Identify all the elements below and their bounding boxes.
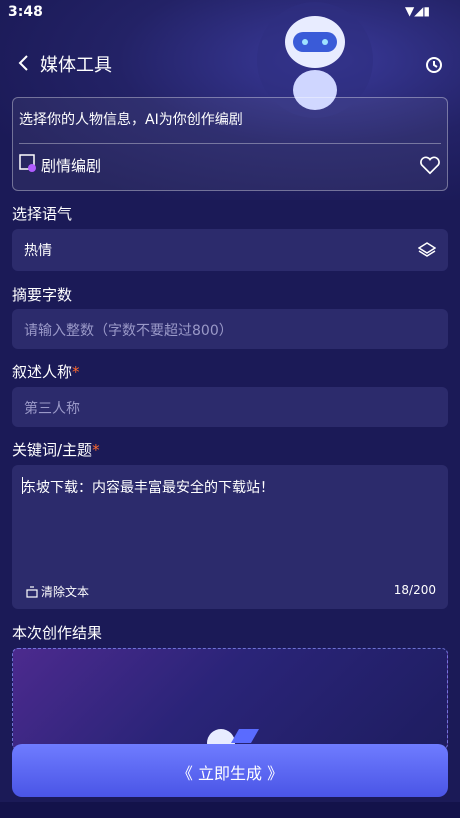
summary-placeholder: 请输入整数（字数不要超过800） [24, 323, 233, 339]
clear-icon [26, 586, 38, 598]
text-caret [22, 477, 23, 494]
tone-label: 选择语气 [12, 205, 73, 223]
tool-card: 选择你的人物信息，AI为你创作编剧 剧情编剧 [12, 97, 448, 191]
heart-icon[interactable] [419, 154, 441, 176]
script-icon [19, 154, 36, 172]
summary-label: 摘要字数 [12, 286, 73, 304]
status-icons: ▼◢▮ [404, 4, 430, 18]
keywords-label-text: 关键词/主题 [12, 441, 93, 459]
clear-text-button[interactable]: 清除文本 [26, 583, 89, 600]
keywords-textarea[interactable]: 东坡下载：内容最丰富最安全的下载站！ 清除文本 18/200 [12, 465, 448, 609]
nav-bar [0, 802, 460, 818]
generate-label: 《 立即生成 》 [176, 764, 284, 783]
page-title: 媒体工具 [40, 55, 112, 76]
required-mark: * [92, 441, 100, 459]
required-mark: * [72, 363, 80, 381]
result-label: 本次创作结果 [12, 624, 103, 642]
back-icon[interactable] [14, 53, 34, 73]
drama-label: 剧情编剧 [41, 157, 102, 175]
layers-icon [418, 242, 436, 257]
narrative-label-text: 叙述人称 [12, 363, 73, 381]
top-bar: 媒体工具 [0, 45, 460, 85]
status-bar: 3:48 ▼◢▮ [0, 0, 460, 26]
char-count: 18/200 [393, 583, 436, 597]
keywords-label: 关键词/主题* [12, 439, 100, 460]
status-time: 3:48 [8, 4, 43, 20]
divider [19, 143, 441, 144]
tone-value: 热情 [24, 243, 52, 259]
prompt-text: 选择你的人物信息，AI为你创作编剧 [19, 112, 243, 128]
summary-input[interactable]: 请输入整数（字数不要超过800） [12, 309, 448, 349]
generate-button[interactable]: 《 立即生成 》 [12, 744, 448, 797]
clear-label: 清除文本 [41, 585, 90, 599]
narrative-placeholder: 第三人称 [24, 401, 80, 417]
tone-select[interactable]: 热情 [12, 229, 448, 271]
narrative-input[interactable]: 第三人称 [12, 387, 448, 427]
keywords-text: 东坡下载：内容最丰富最安全的下载站！ [22, 480, 274, 496]
narrative-label: 叙述人称* [12, 361, 80, 382]
result-panel [12, 648, 448, 750]
history-icon[interactable] [424, 55, 444, 75]
